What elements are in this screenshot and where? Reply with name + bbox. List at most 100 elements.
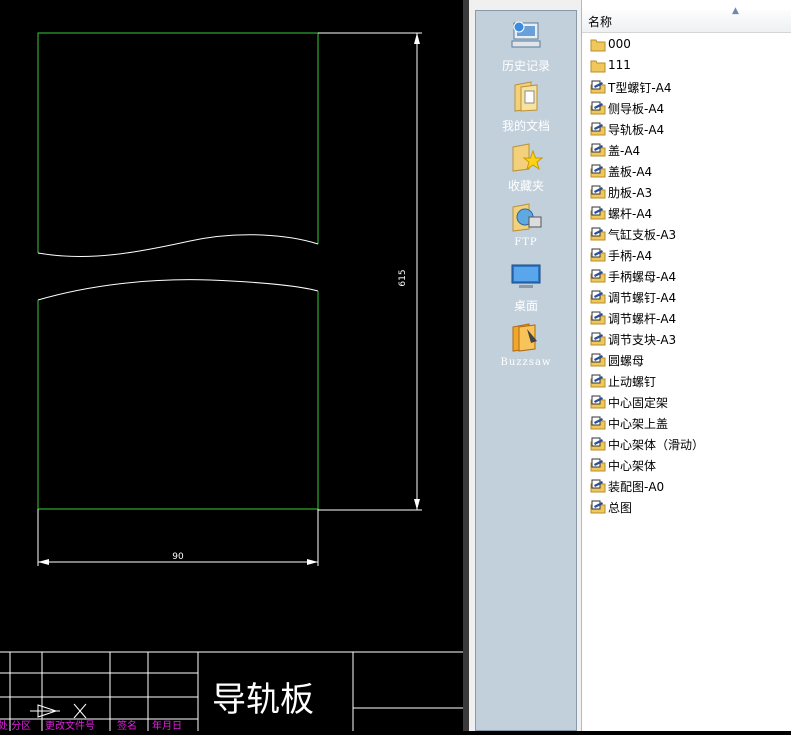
file-list-item[interactable]: 000 (590, 35, 790, 55)
projection-symbol (30, 703, 87, 719)
file-name: 肋板-A3 (608, 186, 653, 200)
file-list[interactable]: ▲ 名称 000 111 T型螺钉-A4 侧导板-A4 导轨板-A4 盖-A4 盖板-A4 肋… (581, 0, 791, 731)
file-list-item[interactable]: 盖板-A4 (590, 161, 790, 181)
file-list-item[interactable]: 手柄-A4 (590, 245, 790, 265)
folder-icon (590, 60, 606, 73)
dwg-file-icon (590, 290, 606, 304)
file-name: 111 (608, 58, 631, 72)
file-name: 止动螺钉 (608, 375, 657, 389)
dwg-file-icon (590, 437, 606, 451)
places-bar: 历史记录 我的文档 收藏夹 FTP 桌面 Buzzsaw (475, 10, 577, 731)
file-list-item[interactable]: 111 (590, 56, 790, 76)
place-buzzsaw-label: Buzzsaw (500, 357, 552, 368)
place-desktop[interactable]: 桌面 (476, 259, 576, 314)
dwg-file-icon (590, 122, 606, 136)
title-label-signature: 签名 (117, 719, 137, 731)
file-list-item[interactable]: 调节螺钉-A4 (590, 287, 790, 307)
file-list-item[interactable]: 导轨板-A4 (590, 119, 790, 139)
place-buzzsaw[interactable]: Buzzsaw (476, 319, 576, 368)
break-line-upper (37, 234, 319, 257)
dwg-file-icon (590, 500, 606, 514)
part-outline-lower (37, 291, 319, 510)
my-documents-icon (514, 81, 538, 112)
break-line-lower (37, 279, 319, 301)
dim-arrow-bottom (414, 499, 420, 510)
dwg-file-icon (590, 101, 606, 115)
file-list-item[interactable]: 气缸支板-A3 (590, 224, 790, 244)
dwg-file-icon (590, 416, 606, 430)
dim-text-vertical: 615 (398, 269, 408, 286)
file-list-item[interactable]: 肋板-A3 (590, 182, 790, 202)
title-block-part-name: 导轨板 (212, 680, 314, 720)
file-name: 手柄螺母-A4 (608, 270, 677, 284)
place-history-label: 历史记录 (501, 59, 550, 73)
file-list-item[interactable]: 中心架体（滑动） (590, 434, 790, 454)
dwg-file-icon (590, 311, 606, 325)
place-desktop-label: 桌面 (513, 299, 538, 313)
file-list-item[interactable]: 调节支块-A3 (590, 329, 790, 349)
place-my-documents-label: 我的文档 (501, 119, 550, 133)
column-header-label: 名称 (588, 15, 613, 29)
cad-canvas: 615 90 导轨板 处 分区 更改文件号 签名 年月日 (0, 32, 463, 732)
file-list-item[interactable]: 手柄螺母-A4 (590, 266, 790, 286)
dwg-file-icon (590, 479, 606, 493)
file-name: 调节支块-A3 (608, 333, 677, 347)
file-name: 装配图-A0 (608, 480, 665, 494)
file-name: 螺杆-A4 (608, 207, 653, 221)
place-favorites-label: 收藏夹 (507, 179, 544, 193)
file-name: 中心架上盖 (608, 417, 669, 431)
dim-arrow-left (38, 559, 49, 565)
dwg-file-icon (590, 353, 606, 367)
dwg-file-icon (590, 185, 606, 199)
file-dialog: 历史记录 我的文档 收藏夹 FTP 桌面 Buzzsaw ▲ 名称 000 11… (469, 0, 791, 731)
folder-icon (590, 39, 606, 52)
sort-ascending-icon: ▲ (732, 6, 739, 16)
file-list-item[interactable]: 装配图-A0 (590, 476, 790, 496)
file-name: 侧导板-A4 (608, 102, 665, 116)
file-name: 气缸支板-A3 (608, 228, 677, 242)
file-list-item[interactable]: 调节螺杆-A4 (590, 308, 790, 328)
column-header-name[interactable]: ▲ 名称 (582, 6, 791, 33)
dwg-file-icon (590, 143, 606, 157)
cad-drawing-area[interactable]: 615 90 导轨板 处 分区 更改文件号 签名 年月日 (0, 0, 463, 732)
place-favorites[interactable]: 收藏夹 (476, 139, 576, 194)
file-list-item[interactable]: 总图 (590, 497, 790, 517)
dwg-file-icon (590, 332, 606, 346)
file-name: 000 (608, 37, 631, 51)
file-list-item[interactable]: 螺杆-A4 (590, 203, 790, 223)
buzzsaw-icon (512, 323, 537, 352)
dwg-file-icon (590, 458, 606, 472)
desktop-icon (511, 264, 541, 288)
file-name: 总图 (608, 501, 633, 515)
dim-arrow-top (414, 33, 420, 44)
title-label-zone: 处 分区 (0, 720, 31, 731)
file-list-item[interactable]: 中心架体 (590, 455, 790, 475)
dwg-file-icon (590, 80, 606, 94)
dim-text-horizontal: 90 (172, 552, 184, 562)
dwg-file-icon (590, 374, 606, 388)
file-list-item[interactable]: 中心固定架 (590, 392, 790, 412)
favorites-icon (512, 143, 543, 172)
file-name: 导轨板-A4 (608, 123, 665, 137)
file-list-item[interactable]: 盖-A4 (590, 140, 790, 160)
place-ftp[interactable]: FTP (476, 199, 576, 248)
file-list-item[interactable]: 止动螺钉 (590, 371, 790, 391)
title-label-change-doc: 更改文件号 (45, 719, 95, 731)
file-name: 中心架体（滑动） (608, 438, 705, 452)
dwg-file-icon (590, 248, 606, 262)
file-list-item[interactable]: 圆螺母 (590, 350, 790, 370)
file-list-item[interactable]: T型螺钉-A4 (590, 77, 790, 97)
history-icon (511, 21, 541, 48)
file-name: T型螺钉-A4 (608, 81, 672, 95)
dwg-file-icon (590, 395, 606, 409)
title-label-date: 年月日 (152, 719, 182, 731)
ftp-icon (512, 203, 542, 232)
place-history[interactable]: 历史记录 (476, 19, 576, 74)
file-name: 中心架体 (608, 459, 657, 473)
dwg-file-icon (590, 164, 606, 178)
file-name: 调节螺钉-A4 (608, 291, 677, 305)
folder-path-strip (582, 0, 791, 10)
file-list-item[interactable]: 中心架上盖 (590, 413, 790, 433)
file-list-item[interactable]: 侧导板-A4 (590, 98, 790, 118)
place-my-documents[interactable]: 我的文档 (476, 79, 576, 134)
